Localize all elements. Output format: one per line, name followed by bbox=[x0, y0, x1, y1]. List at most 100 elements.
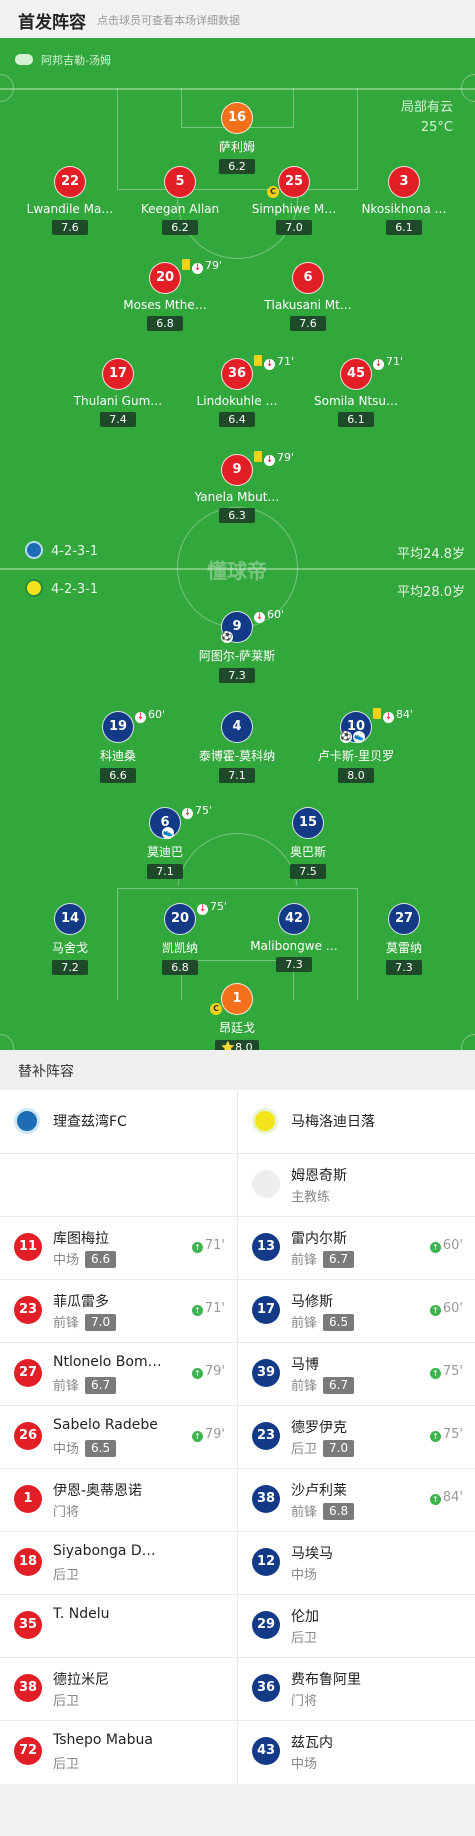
sub-player-home-6[interactable]: 35 T. Ndelu bbox=[0, 1594, 237, 1657]
sub-player-home-4[interactable]: 1 伊恩-奥蒂恩诺 门将 bbox=[0, 1468, 237, 1531]
player-bottom_players-7[interactable]: 20 ↓ 75' 凯凯纳 6.8 bbox=[115, 900, 245, 975]
jersey-number: 23 bbox=[14, 1296, 42, 1324]
sub-player-home-5[interactable]: 18 Siyabonga D… 后卫 bbox=[0, 1531, 237, 1594]
away-formation-value: 4-2-3-1 bbox=[51, 582, 99, 597]
subs-title: 替补阵容 bbox=[18, 1064, 74, 1080]
player-bottom_players-9[interactable]: 27 莫雷纳 7.3 bbox=[339, 903, 469, 975]
sub-player-home-7[interactable]: 38 德拉米尼后卫 bbox=[0, 1657, 237, 1720]
subs-panel: 理查兹湾FC 马梅洛迪日落 姆恩奇斯 主教练 11 库图梅拉 中场 6.6 ↑ 71' 23… bbox=[0, 1090, 475, 1784]
divider bbox=[0, 1279, 475, 1280]
player-name: 德拉米尼 bbox=[53, 1672, 109, 1688]
position-label: 中场 bbox=[53, 1253, 80, 1268]
player-position: 前锋 6.7 bbox=[291, 1375, 355, 1394]
player-position: 后卫 bbox=[291, 1627, 317, 1646]
player-top_players-4[interactable]: 3 Nkosikhona … 6.1 bbox=[339, 166, 469, 235]
sub-player-home-3[interactable]: 26 Sabelo Radebe 中场 6.5 ↑ 79' bbox=[0, 1405, 237, 1468]
substitution-event: ↓ 84' bbox=[373, 708, 413, 723]
away-team-header[interactable]: 马梅洛迪日落 bbox=[238, 1090, 475, 1153]
player-top_players-10[interactable]: 9 ↓ 79' Yanela Mbut… 6.3 bbox=[172, 451, 302, 523]
player-top_players-6[interactable]: 6 Tlakusani Mt… 7.6 bbox=[243, 262, 373, 331]
position-label: 后卫 bbox=[53, 1568, 80, 1583]
player-bottom_players-1[interactable]: 19 ↓ 60' 科迪桑 6.6 bbox=[53, 708, 183, 783]
player-position: 前锋 6.8 bbox=[291, 1501, 355, 1520]
home-team-name: 理查兹湾FC bbox=[53, 1114, 127, 1130]
sub-player-away-1[interactable]: 17 马修斯 前锋 6.5 ↑ 60' bbox=[238, 1279, 475, 1342]
yellow-card-icon bbox=[254, 355, 262, 366]
position-label: 前锋 bbox=[291, 1253, 318, 1268]
goal-ball-icon: ⚽ bbox=[221, 631, 233, 643]
substitution-event: ↓ 75' bbox=[182, 804, 212, 819]
player-position: 后卫 bbox=[53, 1690, 79, 1709]
away-team-name: 马梅洛迪日落 bbox=[291, 1114, 375, 1130]
jersey-number: 12 bbox=[252, 1548, 280, 1576]
jersey-number: 72 bbox=[14, 1737, 42, 1765]
player-name: Nkosikhona … bbox=[361, 202, 447, 216]
player-position: 门将 bbox=[53, 1501, 79, 1520]
jersey-number: 1 bbox=[14, 1485, 42, 1513]
sub-player-home-8[interactable]: 72 Tshepo Mabua 后卫 bbox=[0, 1720, 237, 1783]
player-bottom_players-10[interactable]: 1 C 昂廷戈 ⭐8.0 bbox=[172, 983, 302, 1050]
player-bottom_players-0[interactable]: 9 ⚽ ↓ 60' 阿图尔-萨莱斯 7.3 bbox=[172, 608, 302, 683]
player-bottom_players-5[interactable]: 15 奥巴斯 7.5 bbox=[243, 807, 373, 879]
whistle-icon bbox=[15, 54, 33, 65]
jersey-number: 38 bbox=[14, 1674, 42, 1702]
sub-player-away-2[interactable]: 39 马博 前锋 6.7 ↑ 75' bbox=[238, 1342, 475, 1405]
player-top_players-7[interactable]: 17 Thulani Gum… 7.4 bbox=[53, 358, 183, 427]
jersey-number: 25 bbox=[278, 166, 310, 198]
sub-on-time: ↑ 75' bbox=[429, 1427, 463, 1442]
player-bottom_players-2[interactable]: 4 泰博霍-莫科纳 7.1 bbox=[172, 711, 302, 783]
player-rating: 6.3 bbox=[219, 508, 255, 523]
weather: 局部有云 25°C bbox=[401, 98, 453, 138]
pitch: 阿邦吉勒-汤姆 局部有云 25°C 懂球帝 4-2-3-1 平均24.8岁 4-… bbox=[0, 38, 475, 1050]
player-name: 库图梅拉 bbox=[53, 1231, 109, 1247]
sub-time: 60' bbox=[148, 708, 166, 721]
coach-name: 姆恩奇斯 bbox=[291, 1168, 347, 1184]
player-rating: 7.4 bbox=[100, 412, 136, 427]
player-name: 马修斯 bbox=[291, 1294, 333, 1310]
referee: 阿邦吉勒-汤姆 bbox=[15, 52, 111, 68]
player-bottom_players-4[interactable]: 6 👟 ↓ 75' 莫迪巴 7.1 bbox=[100, 804, 230, 879]
player-top_players-5[interactable]: 20 ↓ 79' Moses Mthe… 6.8 bbox=[100, 259, 230, 331]
coach[interactable]: 姆恩奇斯 主教练 bbox=[238, 1153, 475, 1216]
sub-player-home-0[interactable]: 11 库图梅拉 中场 6.6 ↑ 71' bbox=[0, 1216, 237, 1279]
home-formation-value: 4-2-3-1 bbox=[51, 544, 99, 559]
substitution-event: ↓ 71' bbox=[254, 355, 294, 370]
sub-player-home-2[interactable]: 27 Ntlonelo Bom… 前锋 6.7 ↑ 79' bbox=[0, 1342, 237, 1405]
home-team-header[interactable]: 理查兹湾FC bbox=[0, 1090, 237, 1153]
substitution-event: ↓ 60' bbox=[135, 708, 165, 723]
jersey-number: 26 bbox=[14, 1422, 42, 1450]
player-position: 前锋 6.5 bbox=[291, 1312, 355, 1331]
player-top_players-0[interactable]: 16 萨利姆 6.2 bbox=[172, 102, 302, 174]
player-rating: 7.6 bbox=[52, 220, 88, 235]
sub-on-icon: ↑ bbox=[191, 1242, 203, 1253]
team-logo-icon bbox=[25, 541, 43, 559]
player-name: 萨利姆 bbox=[218, 140, 255, 154]
player-name: 马博 bbox=[291, 1357, 319, 1373]
player-top_players-8[interactable]: 36 ↓ 71' Lindokuhle … 6.4 bbox=[172, 355, 302, 427]
sub-player-away-8[interactable]: 43 兹瓦内 中场 bbox=[238, 1720, 475, 1783]
sub-off-icon: ↓ bbox=[383, 712, 394, 723]
sub-player-away-7[interactable]: 36 费布鲁阿里 门将 bbox=[238, 1657, 475, 1720]
player-rating: 7.3 bbox=[276, 957, 312, 972]
player-name: 泰博霍-莫科纳 bbox=[198, 749, 276, 763]
sub-player-away-0[interactable]: 13 雷内尔斯 前锋 6.7 ↑ 60' bbox=[238, 1216, 475, 1279]
sub-player-away-4[interactable]: 38 沙卢利莱 前锋 6.8 ↑ 84' bbox=[238, 1468, 475, 1531]
player-name: Siyabonga D… bbox=[53, 1543, 156, 1559]
player-rating: 6.1 bbox=[386, 220, 422, 235]
sub-player-away-5[interactable]: 12 马埃马 中场 bbox=[238, 1531, 475, 1594]
player-bottom_players-3[interactable]: 10 ⚽ 👟 ↓ 84' 卢卡斯-里贝罗 8.0 bbox=[291, 708, 421, 783]
player-name: Keegan Allan bbox=[140, 202, 220, 216]
player-rating: 7.0 bbox=[323, 1440, 355, 1457]
goal-ball-icon: ⚽ bbox=[340, 731, 352, 743]
lineup-header: 首发阵容 点击球员可查看本场详细数据 bbox=[0, 0, 475, 38]
sub-on-time: ↑ 79' bbox=[191, 1427, 225, 1442]
sub-player-home-1[interactable]: 23 菲瓜雷多 前锋 7.0 ↑ 71' bbox=[0, 1279, 237, 1342]
jersey-number: 9 bbox=[221, 454, 253, 486]
sub-player-away-3[interactable]: 23 德罗伊克 后卫 7.0 ↑ 75' bbox=[238, 1405, 475, 1468]
player-top_players-2[interactable]: 5 Keegan Allan 6.2 bbox=[115, 166, 245, 235]
player-position: 前锋 6.7 bbox=[291, 1249, 355, 1268]
player-top_players-9[interactable]: 45 ↓ 71' Somila Ntsu… 6.1 bbox=[291, 355, 421, 427]
sub-player-away-6[interactable]: 29 伦加 后卫 bbox=[238, 1594, 475, 1657]
sub-time: 79' bbox=[204, 1427, 225, 1442]
corner-arc bbox=[461, 1034, 475, 1050]
